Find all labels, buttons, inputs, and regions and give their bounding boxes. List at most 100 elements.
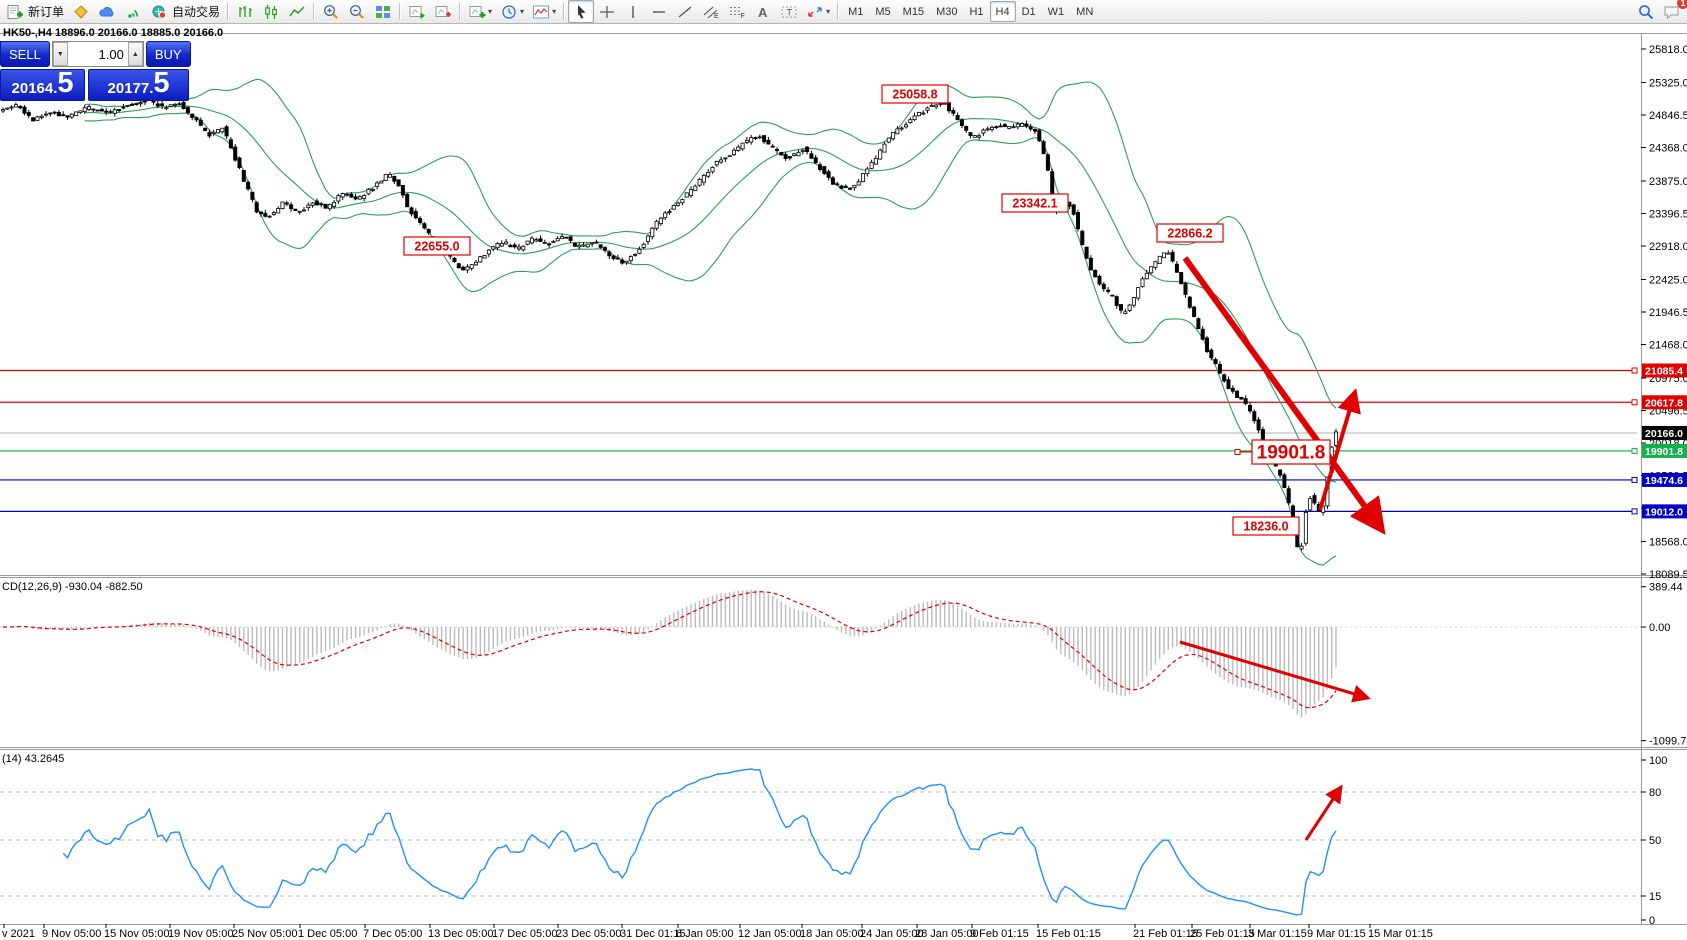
vertical-line-button[interactable] [620,0,646,23]
timeframe-m15-button[interactable]: M15 [897,1,930,22]
shapes-icon [806,4,824,20]
svg-text:15 Nov 05:00: 15 Nov 05:00 [104,928,169,940]
vertical-line-icon [624,4,642,20]
svg-text:100: 100 [1649,755,1667,767]
sell-button[interactable]: SELL [0,41,50,67]
indicators-button[interactable]: ▾ [528,0,560,23]
equidistant-channel-button[interactable]: E [698,0,724,23]
svg-text:24846.5: 24846.5 [1649,110,1687,122]
mt4-window: 新订单 自动交易 ▾ ▾ ▾ E F AT ▾ M1M5M15M30H1H4D1W1MN 1 258… [0,0,1687,940]
timeframe-h1-button[interactable]: H1 [963,1,989,22]
chevron-down-icon[interactable]: ▾ [488,7,492,16]
volume-increase-button[interactable]: ▲ [128,42,143,66]
line-chart-icon [288,4,306,20]
svg-text:13 Dec 05:00: 13 Dec 05:00 [428,928,493,940]
svg-text:23 Dec 05:00: 23 Dec 05:00 [556,928,621,940]
toolbar: 新订单 自动交易 ▾ ▾ ▾ E F AT ▾ M1M5M15M30H1H4D1W1MN 1 [0,0,1687,24]
signals-icon [124,4,142,20]
profile-next-button[interactable] [404,0,430,23]
zoom-out-button[interactable] [344,0,370,23]
svg-text:9 Mar 01:15: 9 Mar 01:15 [1307,928,1366,940]
svg-text:9 Nov 05:00: 9 Nov 05:00 [42,928,101,940]
timeframe-m1-button[interactable]: M1 [842,1,869,22]
svg-text:7 Dec 05:00: 7 Dec 05:00 [363,928,422,940]
ask-price: 20177.5 [88,69,189,101]
crosshair-button[interactable] [594,0,620,23]
price-callout: 25058.8 [892,88,937,102]
autotrading-button[interactable]: 自动交易 [146,0,224,23]
svg-text:21468.0: 21468.0 [1649,340,1687,352]
price-callout: 22866.2 [1167,227,1212,241]
price-chart: 25818.025325.024846.524368.023875.023396… [0,0,1687,940]
market-button[interactable] [68,0,94,23]
svg-text:20617.8: 20617.8 [1645,397,1683,409]
equidistant-channel-icon: E [702,4,720,20]
bid-price: 20164.5 [0,69,85,101]
zoom-in-button[interactable] [318,0,344,23]
buy-button[interactable]: BUY [146,41,191,67]
fibonacci-button[interactable]: F [724,0,750,23]
community-button[interactable] [94,0,120,23]
chevron-down-icon[interactable]: ▾ [826,7,830,16]
text-button[interactable]: A [750,0,776,23]
chart-title: HK50-,H4 18896.0 20166.0 18885.0 20166.0 [3,27,223,39]
volume-decrease-button[interactable]: ▼ [53,42,68,66]
price-callout: 23342.1 [1012,197,1057,211]
chevron-down-icon[interactable]: ▾ [552,7,556,16]
community-icon [98,4,116,20]
timeframe-m5-button[interactable]: M5 [869,1,896,22]
timeframe-mn-button[interactable]: MN [1070,1,1099,22]
svg-text:A: A [758,5,768,20]
notifications-button[interactable]: 1 [1659,0,1685,23]
svg-text:15 Feb 01:15: 15 Feb 01:15 [1036,928,1101,940]
chevron-down-icon[interactable]: ▾ [520,7,524,16]
svg-text:-1099.78: -1099.78 [1649,736,1687,748]
timeframe-w1-button[interactable]: W1 [1042,1,1071,22]
svg-text:20166.0: 20166.0 [1645,428,1683,440]
bar-chart-button[interactable] [232,0,258,23]
new-order-button[interactable]: 新订单 [2,0,68,23]
price-callout: 18236.0 [1243,520,1288,534]
market-icon [72,4,90,20]
svg-text:25325.0: 25325.0 [1649,77,1687,89]
profile-prev-button[interactable] [430,0,456,23]
profile-next-icon [408,4,426,20]
svg-text:F: F [741,13,745,20]
line-chart-button[interactable] [284,0,310,23]
svg-text:19901.8: 19901.8 [1645,446,1683,458]
zoom-out-icon [348,4,366,20]
cursor-button[interactable] [568,0,594,23]
candlestick-chart-icon [262,4,280,20]
add-chart-button[interactable]: ▾ [464,0,496,23]
toolbar-separator [563,3,565,20]
horizontal-line-button[interactable] [646,0,672,23]
svg-text:15 Mar 01:15: 15 Mar 01:15 [1368,928,1433,940]
text-label-button[interactable]: T [776,0,802,23]
volume-input[interactable] [68,42,128,66]
toolbar-separator [227,3,229,20]
svg-text:23875.0: 23875.0 [1649,176,1687,188]
toolbar-separator [313,3,315,20]
profile-prev-icon [434,4,452,20]
timeframe-d1-button[interactable]: D1 [1016,1,1042,22]
candlestick-chart-button[interactable] [258,0,284,23]
text-label-icon: T [780,4,798,20]
zoom-in-icon [322,4,340,20]
shapes-button[interactable]: ▾ [802,0,834,23]
macd-indicator-label: CD(12,26,9) -930.04 -882.50 [2,581,143,593]
indicators-icon [532,4,550,20]
notification-badge: 1 [1677,0,1687,9]
svg-text:E: E [714,13,719,20]
text-icon: A [754,4,772,20]
period-icon [500,4,518,20]
trendline-button[interactable] [672,0,698,23]
timeframe-h4-button[interactable]: H4 [990,1,1016,22]
timeframe-m30-button[interactable]: M30 [930,1,963,22]
svg-text:18568.0: 18568.0 [1649,537,1687,549]
tile-windows-button[interactable] [370,0,396,23]
svg-text:21085.4: 21085.4 [1645,366,1683,378]
signals-button[interactable] [120,0,146,23]
search-button[interactable] [1633,0,1659,23]
svg-text:24368.0: 24368.0 [1649,143,1687,155]
period-button[interactable]: ▾ [496,0,528,23]
